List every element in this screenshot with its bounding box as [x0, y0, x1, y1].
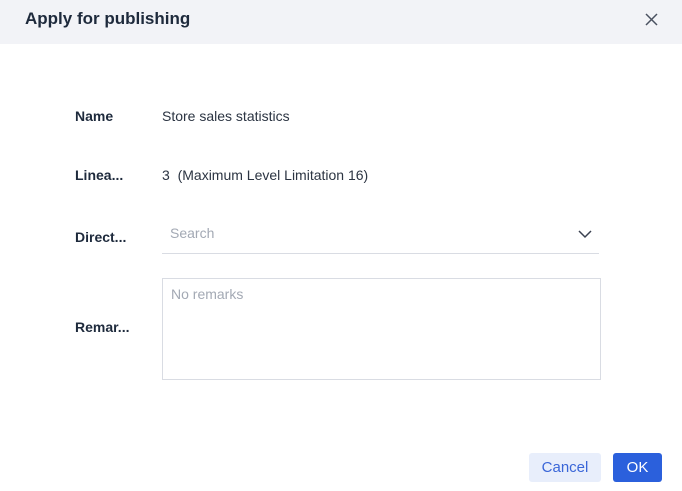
- dialog-title: Apply for publishing: [25, 9, 191, 28]
- directory-search-placeholder: Search: [170, 225, 215, 241]
- name-value: Store sales statistics: [162, 108, 290, 124]
- dialog-header: Apply for publishing: [0, 0, 682, 44]
- remarks-placeholder: No remarks: [171, 286, 244, 302]
- close-button[interactable]: [642, 10, 662, 30]
- ok-button[interactable]: OK: [613, 453, 662, 482]
- lineage-value: 3 (Maximum Level Limitation 16): [162, 167, 368, 183]
- lineage-level: 3: [162, 167, 170, 183]
- close-icon: [645, 13, 658, 26]
- directory-label: Direct...: [75, 229, 127, 245]
- name-label: Name: [75, 108, 114, 124]
- cancel-button[interactable]: Cancel: [529, 453, 601, 482]
- chevron-down-icon: [578, 230, 592, 239]
- directory-select[interactable]: Search: [162, 218, 599, 254]
- remarks-label: Remar...: [75, 319, 130, 335]
- lineage-label: Linea...: [75, 167, 124, 183]
- lineage-limit-note: (Maximum Level Limitation 16): [177, 167, 369, 183]
